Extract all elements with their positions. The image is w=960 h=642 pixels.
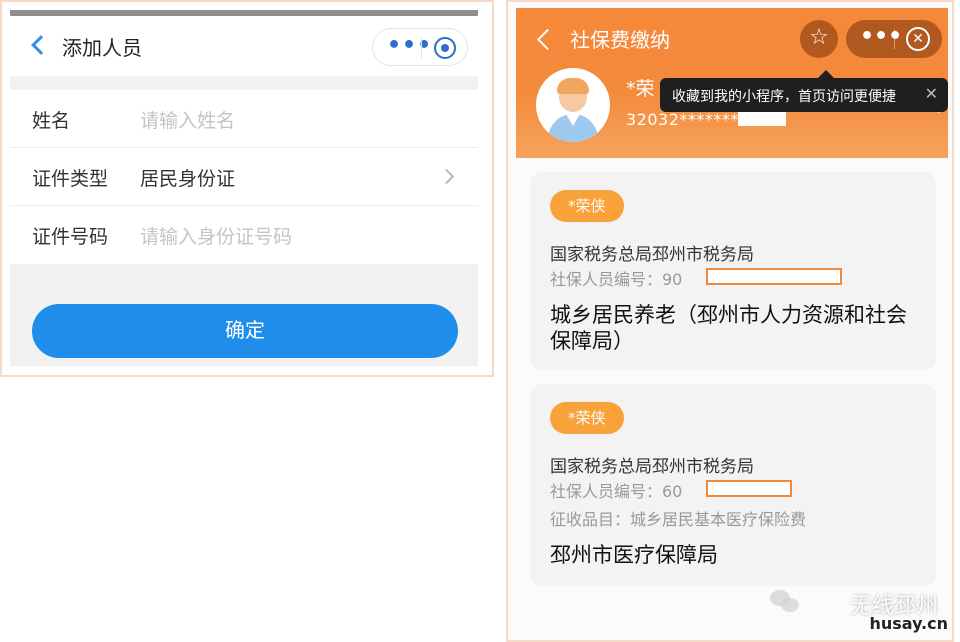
id-number-row[interactable]: 证件号码 请输入身份证号码 [10,206,478,264]
name-row[interactable]: 姓名 请输入姓名 [10,90,478,148]
staff-number: 社保人员编号：60 [550,482,683,501]
more-icon[interactable]: ••• [387,33,432,58]
chevron-right-icon [438,168,455,185]
tooltip-close-icon[interactable]: ✕ [925,84,938,103]
id-type-row[interactable]: 证件类型 居民身份证 [10,148,478,206]
capsule-divider [894,29,895,49]
person-badge: *荣侠 [550,402,624,434]
wechat-bubble [781,598,799,612]
staff-number: 社保人员编号：90 [550,270,683,289]
capsule-divider [421,38,422,58]
user-name: *荣 [626,78,655,100]
back-chevron-icon[interactable] [31,35,51,55]
staff-number-redaction [706,268,842,285]
user-id: 32032******** [626,110,748,129]
insurance-card[interactable]: *荣侠 国家税务总局邳州市税务局 社保人员编号：90 城乡居民养老（邳州市人力资… [530,172,936,370]
insurance-bureau: 城乡居民养老（邳州市人力资源和社会保障局） [550,303,907,353]
collection-item: 征收品目：城乡居民基本医疗保险费 [550,510,807,529]
mini-program-capsule: ••• ✕ [846,20,942,58]
social-insurance-panel: 社保费缴纳 ☆ ••• ✕ *荣 32032******** 收藏到我的小程序，… [506,0,954,642]
avatar [536,68,610,142]
staff-number-redaction [706,480,792,497]
back-chevron-icon[interactable] [536,28,559,51]
id-number-input[interactable]: 请输入身份证号码 [140,222,292,249]
favorite-tooltip: 收藏到我的小程序，首页访问更便捷 ✕ [660,70,948,112]
orange-header: 社保费缴纳 ☆ ••• ✕ *荣 32032******** 收藏到我的小程序，… [516,8,948,158]
insurance-card[interactable]: *荣侠 国家税务总局邳州市税务局 社保人员编号：60 征收品目：城乡居民基本医疗… [530,384,936,586]
add-person-panel: 添加人员 ••• 姓名 请输入姓名 证件类型 居民身份证 证件号码 请输入身份证… [0,0,494,377]
close-icon[interactable]: ✕ [906,27,930,51]
id-redaction [738,112,786,126]
more-icon[interactable]: ••• [860,24,902,49]
mini-program-capsule: ••• [372,28,468,66]
page-title: 添加人员 [62,36,142,60]
nav-bar: 添加人员 ••• [10,16,478,76]
tax-bureau-name: 国家税务总局邳州市税务局 [550,245,754,265]
person-badge: *荣侠 [550,190,624,222]
id-number-label: 证件号码 [32,226,109,248]
id-type-label: 证件类型 [32,168,109,190]
tooltip-text: 收藏到我的小程序，首页访问更便捷 [672,89,896,105]
avatar-hair [557,78,589,94]
site-watermark: husay.cn [869,614,948,633]
tax-bureau-name: 国家税务总局邳州市税务局 [550,457,754,477]
wechat-icon [770,588,802,616]
id-type-select[interactable]: 居民身份证 [140,164,235,191]
name-input[interactable]: 请输入姓名 [140,106,235,133]
name-label: 姓名 [32,110,71,132]
star-icon[interactable]: ☆ [800,20,838,58]
page-title: 社保费缴纳 [570,28,670,52]
insurance-bureau: 邳州市医疗保障局 [550,543,718,567]
confirm-button[interactable]: 确定 [32,304,458,358]
exit-target-icon[interactable] [434,37,456,59]
section-gap [10,76,478,90]
